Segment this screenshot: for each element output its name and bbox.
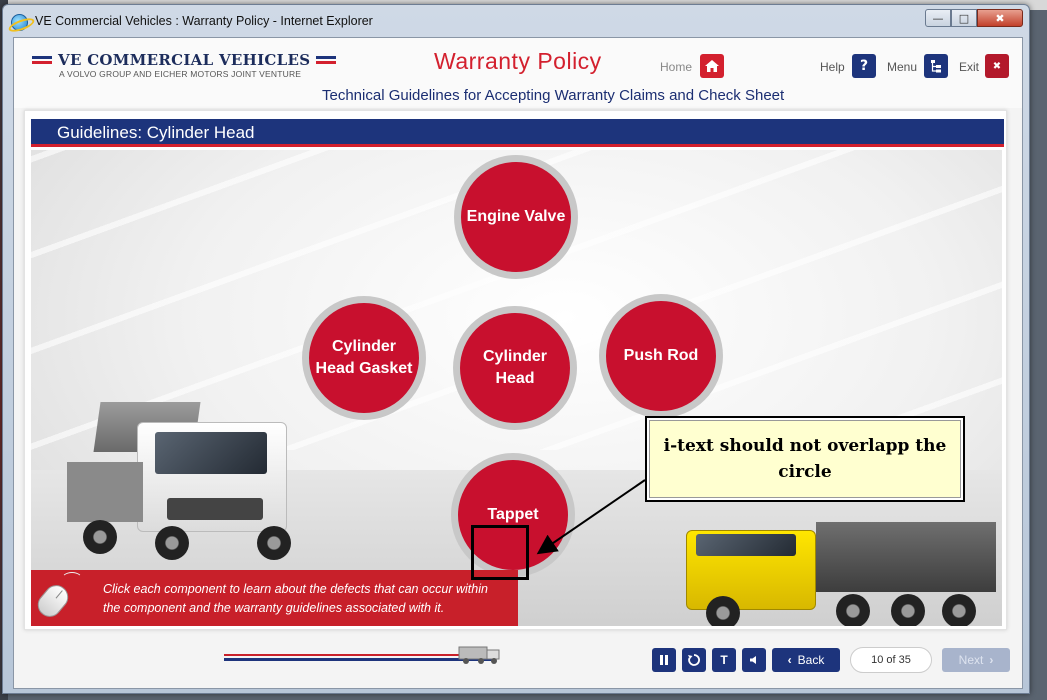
replay-button[interactable] [682, 648, 706, 672]
minimize-button[interactable]: — [925, 9, 951, 27]
replay-icon [688, 654, 700, 666]
progress-track-red [224, 654, 494, 656]
progress-track [224, 658, 494, 661]
company-logo: VE COMMERCIAL VEHICLES A VOLVO GROUP AND… [32, 51, 337, 79]
yellow-truck-image [686, 522, 1002, 626]
push-rod-label: Push Rod [606, 301, 716, 411]
progress-truck-icon[interactable] [457, 644, 503, 666]
exit-button[interactable]: ✖ [985, 54, 1009, 78]
app-header: VE COMMERCIAL VEHICLES A VOLVO GROUP AND… [14, 38, 1022, 108]
page-indicator: 10 of 35 [850, 647, 932, 673]
back-label: Back [797, 653, 825, 667]
home-icon [705, 60, 719, 72]
pause-button[interactable] [652, 648, 676, 672]
window-title: VE Commercial Vehicles : Warranty Policy… [35, 14, 373, 28]
section-title: Guidelines: Cylinder Head [57, 123, 255, 142]
window-titlebar: VE Commercial Vehicles : Warranty Policy… [3, 5, 1029, 37]
window-controls: — □ ✖ [925, 9, 1023, 27]
logo-stripes-left [32, 55, 52, 65]
pause-icon [660, 655, 668, 665]
next-label: Next [958, 653, 984, 667]
player-footer: T ‹ Back 10 of 35 Next › [14, 634, 1022, 688]
page-subtitle: Technical Guidelines for Accepting Warra… [322, 87, 785, 104]
course-player: VE COMMERCIAL VEHICLES A VOLVO GROUP AND… [13, 37, 1023, 689]
review-highlight-box [471, 525, 529, 580]
next-button[interactable]: Next › [942, 648, 1010, 672]
logo-name: VE COMMERCIAL VEHICLES [58, 51, 311, 69]
engine-valve-button[interactable]: Engine Valve [454, 155, 578, 279]
review-callout-text: i-text should not overlapp the circle [649, 420, 961, 498]
chevron-left-icon: ‹ [787, 653, 792, 667]
close-window-button[interactable]: ✖ [977, 9, 1023, 27]
push-rod-button[interactable]: Push Rod [599, 294, 723, 418]
mouse-cord [61, 572, 83, 588]
exit-label: Exit [959, 60, 980, 74]
audio-button[interactable] [742, 648, 766, 672]
logo-tagline: A VOLVO GROUP AND EICHER MOTORS JOINT VE… [59, 69, 302, 79]
page-title: Warranty Policy [434, 48, 602, 74]
maximize-button[interactable]: □ [951, 9, 977, 27]
menu-tree-icon [931, 60, 941, 73]
help-label: Help [820, 60, 845, 74]
review-callout: i-text should not overlapp the circle [645, 416, 965, 502]
cylinder-head-gasket-label: Cylinder Head Gasket [309, 303, 419, 413]
home-button[interactable] [700, 54, 724, 78]
section-header: Guidelines: Cylinder Head [31, 119, 1004, 147]
chevron-right-icon: › [989, 653, 994, 667]
back-button[interactable]: ‹ Back [772, 648, 840, 672]
instruction-banner: Click each component to learn about the … [31, 570, 518, 626]
speaker-icon [750, 656, 756, 664]
cylinder-head-button[interactable]: Cylinder Head [453, 306, 577, 430]
transcript-icon: T [720, 653, 728, 667]
instruction-text: Click each component to learn about the … [103, 582, 488, 615]
internet-explorer-icon [11, 14, 28, 31]
menu-label: Menu [887, 60, 918, 74]
menu-button[interactable] [924, 54, 948, 78]
browser-window: VE Commercial Vehicles : Warranty Policy… [2, 4, 1030, 694]
home-label: Home [660, 60, 693, 74]
cylinder-head-label: Cylinder Head [460, 313, 570, 423]
logo-stripes-right [316, 55, 337, 65]
help-button[interactable]: ? [852, 54, 876, 78]
white-truck-image [67, 402, 317, 577]
transcript-button[interactable]: T [712, 648, 736, 672]
engine-valve-label: Engine Valve [461, 162, 571, 272]
cylinder-head-gasket-button[interactable]: Cylinder Head Gasket [302, 296, 426, 420]
